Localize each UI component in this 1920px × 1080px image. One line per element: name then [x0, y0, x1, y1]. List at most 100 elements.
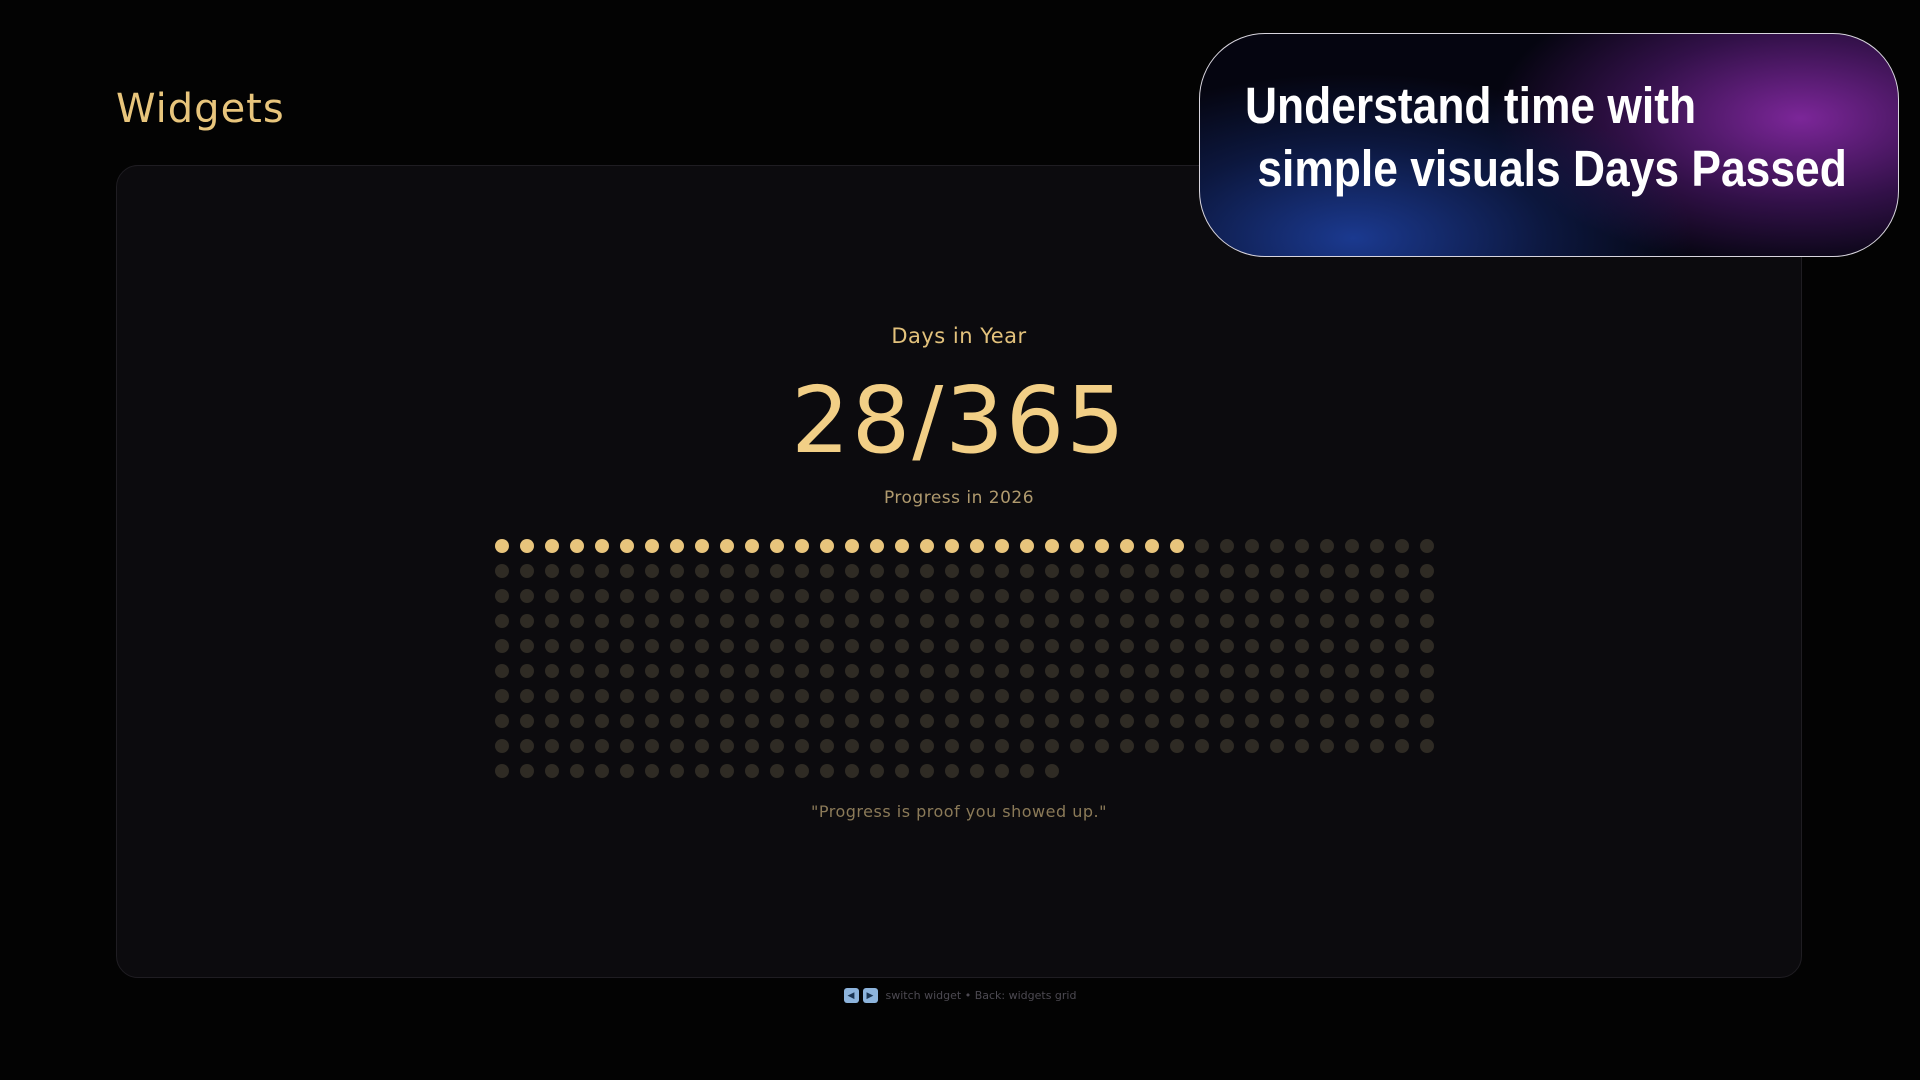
day-dot-remaining [795, 564, 809, 578]
day-dot-remaining [1395, 539, 1409, 553]
day-dot-remaining [1045, 564, 1059, 578]
day-dot-remaining [1370, 689, 1384, 703]
day-dot-remaining [1270, 539, 1284, 553]
prev-widget-key-icon[interactable]: ◀ [843, 988, 859, 1003]
day-dot-remaining [995, 664, 1009, 678]
day-dot-remaining [595, 714, 609, 728]
day-dot-remaining [820, 739, 834, 753]
day-dot-remaining [1020, 689, 1034, 703]
day-dot-passed [920, 539, 934, 553]
next-widget-key-icon[interactable]: ▶ [862, 988, 878, 1003]
day-dot-remaining [670, 714, 684, 728]
day-dot-remaining [1195, 639, 1209, 653]
widget-subtitle: Progress in 2026 [883, 488, 1035, 508]
day-dot-remaining [1270, 639, 1284, 653]
day-dot-passed [570, 539, 584, 553]
day-dot-remaining [620, 614, 634, 628]
day-dot-passed [820, 539, 834, 553]
day-dot-remaining [1320, 689, 1334, 703]
day-dot-remaining [1420, 539, 1434, 553]
day-dot-remaining [1195, 589, 1209, 603]
day-dot-remaining [1095, 714, 1109, 728]
day-dot-remaining [620, 564, 634, 578]
day-dot-passed [745, 539, 759, 553]
day-dot-remaining [1020, 564, 1034, 578]
day-dot-remaining [1370, 589, 1384, 603]
day-dot-remaining [1045, 614, 1059, 628]
day-dot-remaining [1420, 664, 1434, 678]
day-dot-remaining [770, 664, 784, 678]
footer-hint-text: switch widget • Back: widgets grid [885, 989, 1077, 1002]
day-dot-remaining [595, 614, 609, 628]
day-dot-remaining [1070, 564, 1084, 578]
day-dot-remaining [1420, 639, 1434, 653]
day-dot-remaining [970, 714, 984, 728]
day-dot-remaining [1295, 714, 1309, 728]
day-dot-remaining [570, 639, 584, 653]
day-dot-remaining [670, 614, 684, 628]
day-dot-remaining [1295, 739, 1309, 753]
day-dot-remaining [670, 664, 684, 678]
day-dot-remaining [820, 664, 834, 678]
day-dot-remaining [1145, 714, 1159, 728]
day-dot-remaining [820, 764, 834, 778]
day-dot-remaining [520, 564, 534, 578]
day-dot-remaining [1095, 689, 1109, 703]
day-dot-remaining [545, 589, 559, 603]
day-dot-remaining [770, 639, 784, 653]
day-dot-remaining [870, 689, 884, 703]
day-dot-remaining [745, 739, 759, 753]
day-dot-remaining [1120, 614, 1134, 628]
year-progress-dot-grid [490, 534, 1434, 784]
day-dot-remaining [1345, 714, 1359, 728]
day-dot-remaining [695, 689, 709, 703]
day-dot-remaining [1320, 589, 1334, 603]
day-dot-remaining [1220, 589, 1234, 603]
footer-hint: ◀ ▶ switch widget • Back: widgets grid [0, 988, 1920, 1003]
day-dot-remaining [1370, 714, 1384, 728]
day-dot-remaining [1270, 739, 1284, 753]
day-dot-remaining [1095, 614, 1109, 628]
day-dot-remaining [970, 764, 984, 778]
day-dot-remaining [1295, 639, 1309, 653]
day-dot-remaining [520, 614, 534, 628]
day-dot-remaining [795, 589, 809, 603]
day-dot-remaining [1220, 639, 1234, 653]
day-dot-remaining [670, 639, 684, 653]
day-dot-remaining [1120, 589, 1134, 603]
day-dot-remaining [695, 564, 709, 578]
days-in-year-widget[interactable]: Days in Year 28/365 Progress in 2026 "Pr… [116, 165, 1802, 978]
day-dot-remaining [1245, 539, 1259, 553]
day-dot-remaining [570, 689, 584, 703]
day-dot-remaining [545, 714, 559, 728]
day-dot-remaining [920, 764, 934, 778]
day-dot-remaining [620, 714, 634, 728]
day-dot-remaining [670, 689, 684, 703]
day-dot-remaining [1370, 664, 1384, 678]
day-dot-remaining [720, 589, 734, 603]
day-dot-remaining [1420, 564, 1434, 578]
day-dot-remaining [1120, 739, 1134, 753]
day-dot-remaining [770, 589, 784, 603]
day-dot-remaining [570, 714, 584, 728]
day-dot-remaining [920, 664, 934, 678]
day-dot-remaining [1095, 739, 1109, 753]
day-dot-remaining [820, 689, 834, 703]
day-dot-passed [620, 539, 634, 553]
day-dot-remaining [770, 564, 784, 578]
day-dot-remaining [1395, 614, 1409, 628]
day-dot-remaining [1420, 614, 1434, 628]
day-dot-remaining [1045, 664, 1059, 678]
day-dot-remaining [1270, 614, 1284, 628]
day-dot-remaining [945, 714, 959, 728]
day-dot-remaining [595, 664, 609, 678]
day-dot-remaining [720, 689, 734, 703]
day-dot-remaining [1120, 689, 1134, 703]
day-dot-passed [1120, 539, 1134, 553]
day-dot-remaining [970, 564, 984, 578]
day-dot-remaining [1220, 614, 1234, 628]
day-dot-remaining [895, 564, 909, 578]
day-dot-remaining [995, 714, 1009, 728]
day-dot-passed [995, 539, 1009, 553]
day-dot-remaining [1245, 614, 1259, 628]
